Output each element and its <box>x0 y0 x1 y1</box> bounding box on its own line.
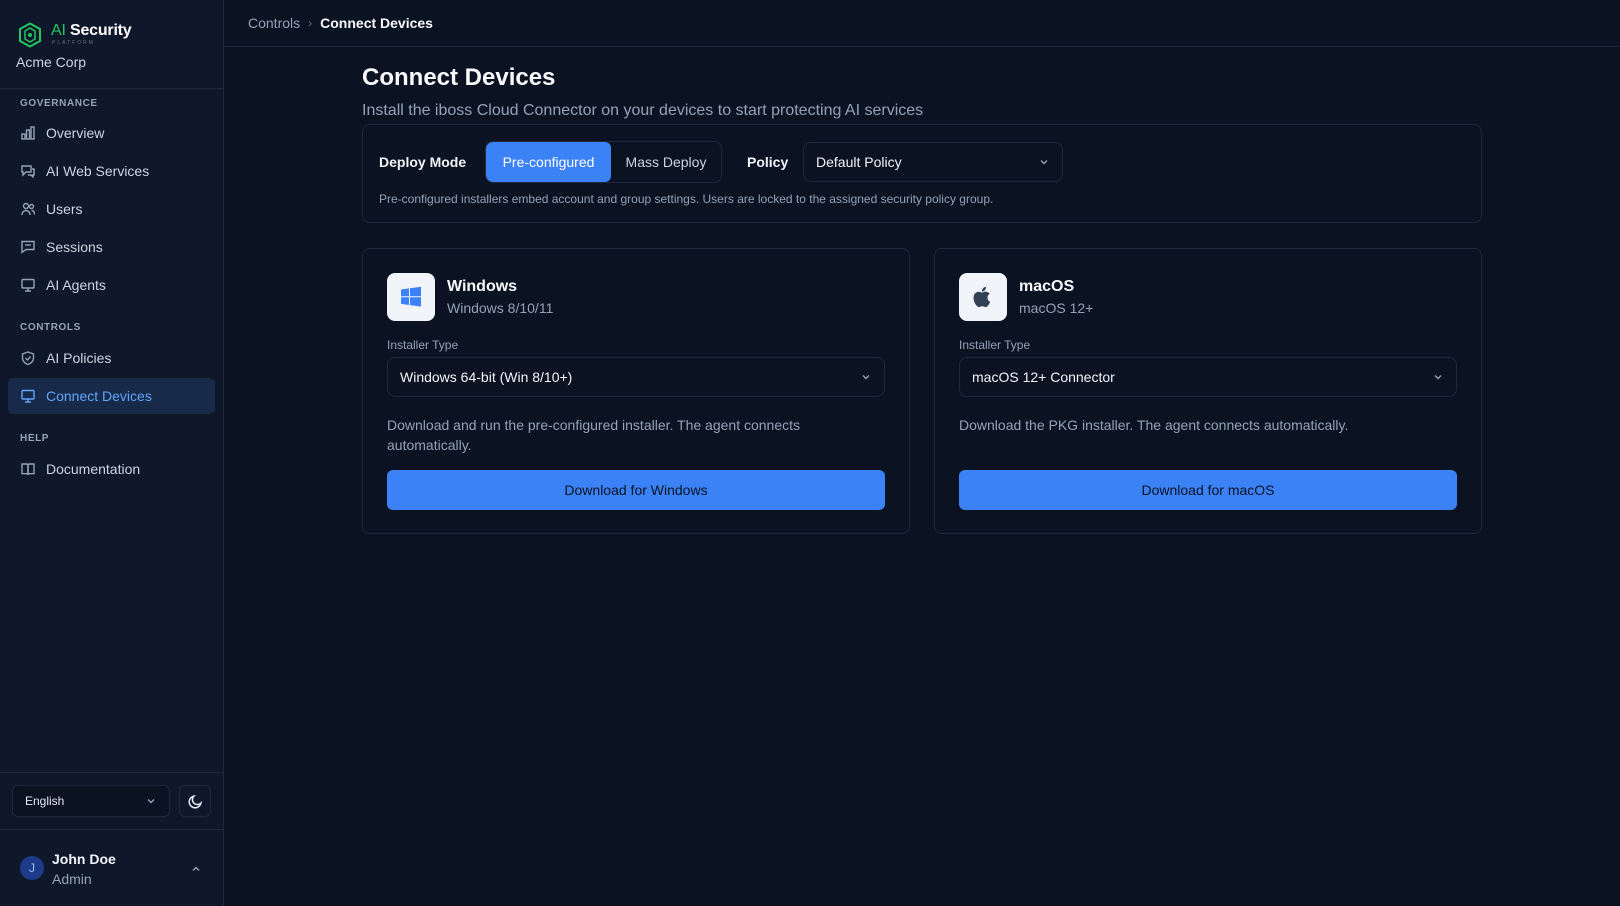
download-windows-button[interactable]: Download for Windows <box>387 470 885 510</box>
users-icon <box>20 201 36 217</box>
sidebar-item-ai-policies[interactable]: AI Policies <box>8 340 215 376</box>
chevron-down-icon <box>862 375 870 380</box>
installer-value: Windows 64-bit (Win 8/10+) <box>400 369 573 385</box>
book-icon <box>20 461 36 477</box>
org-name: Acme Corp <box>16 54 87 70</box>
page-subtitle: Install the iboss Cloud Connector on you… <box>362 102 924 119</box>
sidebar-item-label: Users <box>46 201 83 217</box>
sidebar-item-label: Documentation <box>46 461 141 477</box>
sidebar-item-connect-devices[interactable]: Connect Devices <box>8 378 215 414</box>
sidebar-divider <box>0 88 223 89</box>
deploy-mode-mass-deploy[interactable]: Mass Deploy <box>611 142 721 182</box>
sidebar-item-label: AI Policies <box>46 350 112 366</box>
shield-icon <box>20 350 36 366</box>
deploy-mode-note: Pre-configured installers embed account … <box>379 192 994 206</box>
language-value: English <box>25 794 65 808</box>
policy-value: Default Policy <box>816 154 902 170</box>
moon-icon <box>187 794 202 809</box>
brand-security-text: Security <box>69 22 132 39</box>
os-name: Windows <box>447 278 518 295</box>
nav-section-governance: GOVERNANCE <box>20 98 98 109</box>
theme-toggle-button[interactable] <box>179 785 211 817</box>
windows-description: Download and run the pre-configured inst… <box>387 417 801 453</box>
message-square-icon <box>20 239 36 255</box>
macos-installer-select[interactable]: macOS 12+ Connector <box>959 357 1457 397</box>
nav-section-help: HELP <box>20 433 50 444</box>
user-role: Admin <box>52 871 92 887</box>
os-version: macOS 12+ <box>1019 300 1094 316</box>
chevron-up-icon[interactable] <box>190 863 202 875</box>
sidebar-item-label: AI Agents <box>46 277 106 293</box>
sidebar-item-documentation[interactable]: Documentation <box>8 451 215 487</box>
sidebar-divider <box>0 772 223 773</box>
chevron-right-icon: › <box>308 16 313 30</box>
brand-subtitle: PLATFORM <box>52 40 95 46</box>
installer-value: macOS 12+ Connector <box>972 369 1115 385</box>
sidebar-item-label: Sessions <box>46 239 103 255</box>
deploy-mode-pre-configured[interactable]: Pre-configured <box>486 142 611 182</box>
windows-card: Windows Windows 8/10/11 Installer Type W… <box>362 248 910 534</box>
deploy-settings-panel: Deploy Mode Pre-configured Mass Deploy P… <box>362 124 1482 223</box>
policy-select[interactable]: Default Policy <box>803 142 1063 182</box>
macos-card: macOS macOS 12+ Installer Type macOS 12+… <box>934 248 1482 534</box>
sidebar: AI Security PLATFORM Acme Corp GOVERNANC… <box>0 0 224 906</box>
hexagon-logo-icon <box>19 22 41 48</box>
language-select[interactable]: English <box>12 785 170 817</box>
nav-section-controls: CONTROLS <box>20 322 81 333</box>
apple-icon <box>959 273 1007 321</box>
breadcrumb-controls[interactable]: Controls <box>248 15 300 31</box>
monitor-icon <box>20 277 36 293</box>
policy-label: Policy <box>747 154 789 170</box>
sidebar-item-users[interactable]: Users <box>8 191 215 227</box>
deploy-mode-label: Deploy Mode <box>379 154 467 170</box>
macos-description: Download the PKG installer. The agent co… <box>959 417 1349 433</box>
chevron-down-icon <box>1434 375 1442 380</box>
sidebar-item-label: Overview <box>46 125 105 141</box>
windows-installer-select[interactable]: Windows 64-bit (Win 8/10+) <box>387 357 885 397</box>
sidebar-item-label: AI Web Services <box>46 163 150 179</box>
top-bar: Controls › Connect Devices <box>224 0 1620 47</box>
breadcrumb-current: Connect Devices <box>320 15 433 31</box>
sidebar-item-label: Connect Devices <box>46 388 152 404</box>
brand-ai-text: AI <box>51 22 66 39</box>
sidebar-item-sessions[interactable]: Sessions <box>8 229 215 265</box>
page-title: Connect Devices <box>362 64 556 91</box>
chevron-down-icon <box>1040 160 1048 165</box>
monitor-icon <box>20 388 36 404</box>
sidebar-item-overview[interactable]: Overview <box>8 115 215 151</box>
sidebar-item-ai-web-services[interactable]: AI Web Services <box>8 153 215 189</box>
sidebar-item-ai-agents[interactable]: AI Agents <box>8 267 215 303</box>
os-name: macOS <box>1019 278 1075 295</box>
brand-name: AI Security <box>51 22 132 40</box>
avatar: J <box>20 856 44 880</box>
user-name: John Doe <box>52 851 116 867</box>
os-version: Windows 8/10/11 <box>447 300 554 316</box>
deploy-mode-toggle: Pre-configured Mass Deploy <box>485 141 722 183</box>
installer-type-label: Installer Type <box>959 338 1031 352</box>
breadcrumb: Controls › Connect Devices <box>248 15 433 31</box>
chat-bubbles-icon <box>20 163 36 179</box>
windows-icon <box>387 273 435 321</box>
user-menu[interactable]: J John Doe Admin <box>0 830 223 906</box>
bar-chart-icon <box>20 125 36 141</box>
chevron-down-icon <box>147 799 155 804</box>
installer-type-label: Installer Type <box>387 338 459 352</box>
download-macos-button[interactable]: Download for macOS <box>959 470 1457 510</box>
